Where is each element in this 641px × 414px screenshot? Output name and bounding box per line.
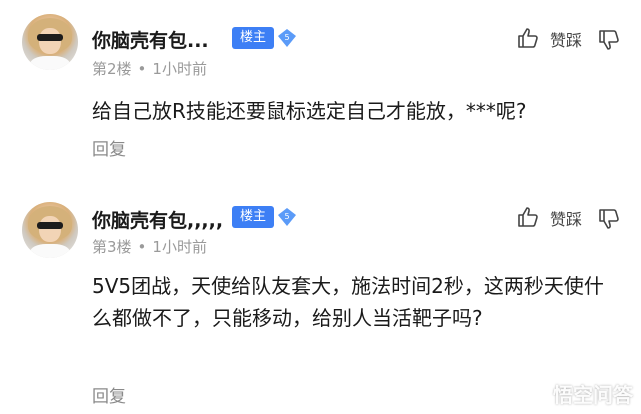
avatar[interactable]: [22, 14, 78, 70]
thumbs-up-icon[interactable]: [516, 205, 540, 229]
author-name[interactable]: 你脑壳有包,,,,,: [92, 206, 223, 233]
svg-text:5: 5: [284, 212, 289, 221]
comment-text: 5V5团战，天使给队友套大，施法时间2秒，这两秒天使什么都做不了，只能移动，给别…: [92, 274, 604, 330]
level-diamond-icon: 5: [278, 208, 296, 226]
comment-meta: 第3楼 • 1小时前: [92, 238, 207, 256]
reply-button[interactable]: 回复: [92, 135, 126, 160]
watermark-text: 悟空问答: [553, 383, 633, 407]
comment-text: 给自己放R技能还要鼠标选定自己才能放，***呢?: [92, 99, 527, 123]
op-badge: 楼主: [232, 27, 275, 49]
floor-number: 第2楼: [92, 60, 132, 78]
comment-item: 你脑壳有包... 楼主 5 第2楼 • 1小时前 赞踩 给自己放R技能还要鼠标选定自…: [0, 0, 641, 190]
avatar[interactable]: [22, 202, 78, 258]
op-badge: 楼主: [232, 206, 275, 228]
author-name[interactable]: 你脑壳有包...: [92, 26, 209, 53]
svg-text:5: 5: [284, 33, 289, 42]
vote-label: 赞踩: [550, 31, 583, 50]
thumbs-down-icon[interactable]: [597, 28, 621, 52]
thumbs-down-icon[interactable]: [597, 207, 621, 231]
vote-label: 赞踩: [550, 210, 583, 229]
comment-meta: 第2楼 • 1小时前: [92, 60, 207, 78]
thumbs-up-icon[interactable]: [516, 26, 540, 50]
timestamp: 1小时前: [152, 60, 207, 78]
level-diamond-icon: 5: [278, 29, 296, 47]
reply-button[interactable]: 回复: [92, 382, 126, 407]
floor-number: 第3楼: [92, 238, 132, 256]
wukong-logo-icon: [523, 381, 549, 406]
timestamp: 1小时前: [152, 238, 207, 256]
watermark: 悟空问答: [523, 379, 633, 408]
